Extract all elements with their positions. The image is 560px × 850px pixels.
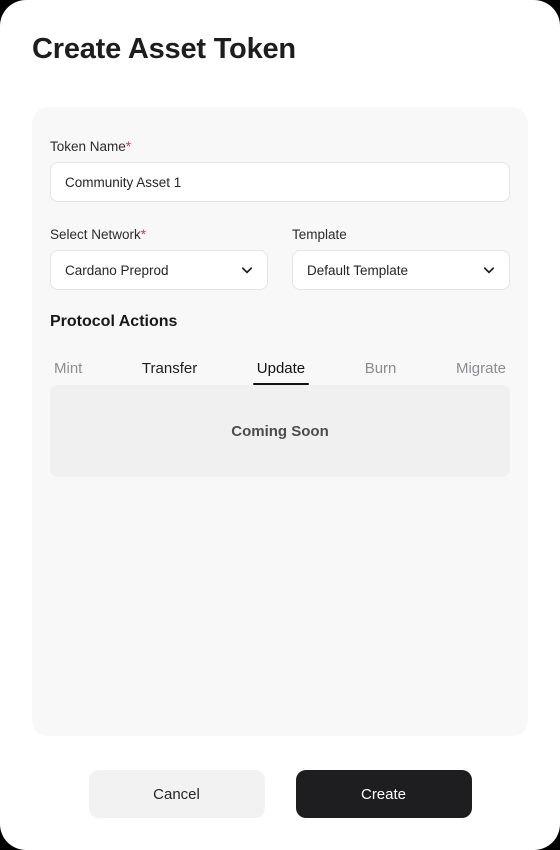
template-field-group: Template Default Template [292,227,510,290]
tab-migrate[interactable]: Migrate [452,361,510,385]
chevron-down-icon [239,262,255,278]
chevron-down-icon [481,262,497,278]
token-name-label-text: Token Name [50,139,126,154]
select-network-value: Cardano Preprod [65,262,169,278]
protocol-actions-heading: Protocol Actions [50,313,178,330]
select-network-label: Select Network* [50,227,268,242]
tab-transfer[interactable]: Transfer [138,361,201,385]
template-dropdown[interactable]: Default Template [292,250,510,290]
tab-update[interactable]: Update [252,361,310,385]
network-template-row: Select Network* Cardano Preprod Template [50,227,510,290]
token-name-field-group: Token Name* [50,139,510,202]
page-title: Create Asset Token [32,33,296,65]
select-network-dropdown[interactable]: Cardano Preprod [50,250,268,290]
cancel-button[interactable]: Cancel [88,770,265,818]
required-asterisk: * [125,139,132,154]
coming-soon-message: Coming Soon [231,422,329,440]
select-network-field-group: Select Network* Cardano Preprod [50,227,268,290]
tab-mint[interactable]: Mint [50,361,86,385]
footer-actions: Cancel Create [0,770,560,818]
app-window: Create Asset Token Token Name* Select Ne… [0,0,560,850]
required-asterisk: * [140,227,147,242]
asset-token-form-card: Token Name* Select Network* Cardano Prep… [32,107,528,736]
tab-panel-update: Coming Soon [50,385,510,477]
protocol-actions-tablist: Mint Transfer Update Burn Migrate [50,350,510,385]
token-name-input[interactable] [50,162,510,202]
template-label-text: Template [292,227,347,242]
create-button[interactable]: Create [295,770,472,818]
template-label: Template [292,227,510,242]
template-value: Default Template [307,262,409,278]
select-network-label-text: Select Network [50,227,141,242]
token-name-label: Token Name* [50,139,510,154]
tab-burn[interactable]: Burn [361,361,401,385]
